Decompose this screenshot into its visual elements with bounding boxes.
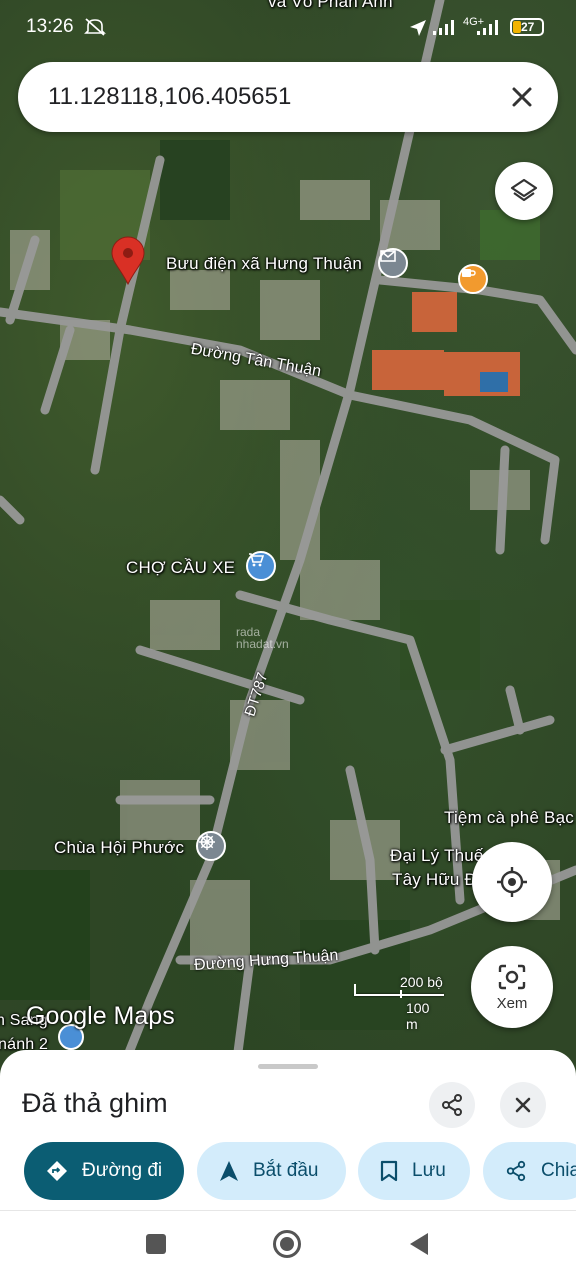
map-label-cafe[interactable]: Tiệm cà phê Bạc [444, 808, 574, 828]
watermark-line2: nhadat.vn [236, 637, 289, 651]
dharma-wheel-icon[interactable] [196, 831, 226, 861]
mail-icon[interactable] [378, 248, 408, 278]
share-chip[interactable]: Chia [483, 1142, 576, 1200]
navigation-arrow-icon [220, 1161, 238, 1181]
shopping-cart-icon[interactable] [246, 551, 276, 581]
directions-chip[interactable]: Đường đi [24, 1142, 184, 1200]
sheet-title: Đã thả ghim [22, 1088, 168, 1118]
save-label: Lưu [412, 1160, 446, 1181]
scale-metric: 100 m [406, 1000, 430, 1032]
square-icon[interactable] [146, 1234, 166, 1254]
system-nav-bar [0, 1210, 576, 1280]
status-time: 13:26 [26, 16, 74, 37]
save-chip[interactable]: Lưu [358, 1142, 470, 1200]
search-input[interactable]: 11.128118,106.405651 [48, 83, 291, 111]
close-icon [515, 1097, 531, 1113]
layers-icon [510, 178, 538, 202]
signal-icon-2 [477, 20, 498, 35]
map-label-market[interactable]: CHỢ CẦU XE [126, 558, 235, 578]
google-maps-logo: Google Maps [26, 1002, 175, 1030]
share-label: Chia [541, 1160, 576, 1181]
status-bar: 13:26 4G+ 27 [0, 0, 576, 56]
red-pin-icon[interactable] [111, 236, 145, 286]
sheet-drag-handle[interactable] [258, 1064, 318, 1069]
map-label-pagoda[interactable]: Chùa Hội Phước [54, 838, 184, 858]
share-icon [442, 1094, 462, 1116]
share-button[interactable] [429, 1082, 475, 1128]
circle-icon[interactable] [273, 1230, 301, 1258]
map-label-agency-line2[interactable]: Tây Hữu Đ [392, 870, 477, 890]
layers-button[interactable] [495, 162, 553, 220]
battery-icon: 27 [510, 18, 544, 36]
map-label-post-office[interactable]: Bưu điện xã Hưng Thuận [166, 254, 362, 274]
triangle-back-icon[interactable] [408, 1231, 430, 1257]
scale-imperial: 200 bộ [400, 974, 443, 990]
my-location-icon [497, 867, 527, 897]
search-box[interactable]: 11.128118,106.405651 [18, 62, 558, 132]
lens-button[interactable]: Xem [471, 946, 553, 1028]
start-chip[interactable]: Bắt đầu [197, 1142, 346, 1200]
my-location-button[interactable] [472, 842, 552, 922]
map-label-agency-line1[interactable]: Đại Lý Thuế [390, 846, 484, 866]
coffee-icon[interactable] [458, 264, 488, 294]
location-arrow-icon [410, 20, 426, 36]
watermark: rada nhadat.vn [236, 626, 289, 650]
bottom-sheet[interactable]: Đã thả ghim Đường đi Bắt đầu Lưu Chia [0, 1050, 576, 1210]
sheet-close-button[interactable] [500, 1082, 546, 1128]
directions-icon [47, 1161, 67, 1181]
signal-icon-1 [433, 20, 454, 35]
mute-icon [84, 18, 106, 36]
lens-icon [498, 964, 526, 989]
share-icon [506, 1160, 526, 1182]
map-scale: 200 bộ 100 m [354, 970, 444, 1032]
lens-label: Xem [496, 994, 528, 1012]
bookmark-icon [380, 1160, 398, 1182]
directions-label: Đường đi [82, 1160, 163, 1181]
battery-level: 27 [521, 20, 535, 34]
close-icon[interactable] [506, 81, 538, 113]
start-label: Bắt đầu [253, 1160, 319, 1181]
